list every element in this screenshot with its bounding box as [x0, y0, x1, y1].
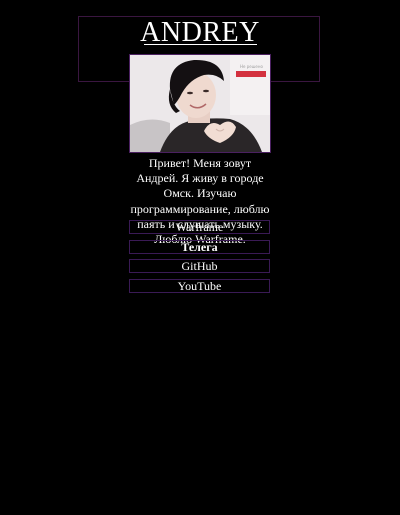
github-link-button[interactable]: GitHub: [129, 259, 270, 273]
telegram-link-button[interactable]: Телега: [129, 240, 270, 254]
youtube-link-button[interactable]: YouTube: [129, 279, 270, 293]
title-underline: [144, 44, 257, 45]
photo-overlay-text: Не решено: [240, 64, 263, 69]
profile-photo: Не решено: [129, 54, 271, 153]
warframe-link-button[interactable]: Warframe: [129, 220, 270, 234]
